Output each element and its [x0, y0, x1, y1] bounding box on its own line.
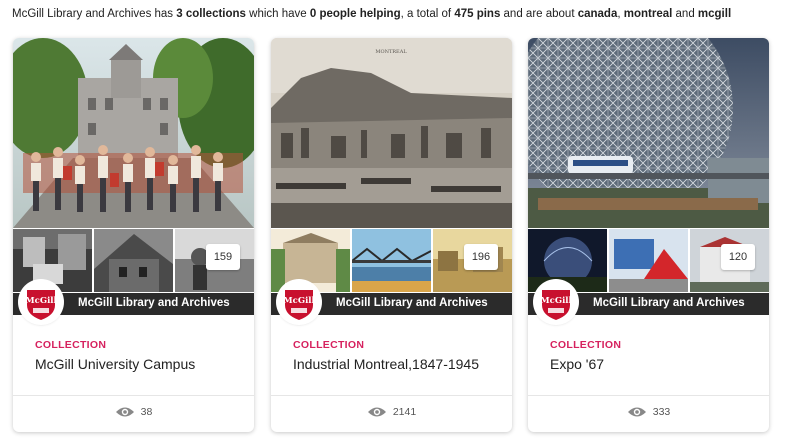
collections-summary: McGill Library and Archives has 3 collec…	[12, 8, 782, 20]
collection-title[interactable]: McGill University Campus	[35, 356, 195, 372]
owner-name[interactable]: McGill Library and Archives	[78, 297, 230, 309]
collection-type-label: COLLECTION	[35, 339, 107, 351]
card-footer: 2141	[271, 395, 512, 432]
summary-text: and	[672, 8, 698, 20]
thumbnail-image[interactable]	[13, 229, 92, 292]
collection-title[interactable]: Expo '67	[550, 356, 604, 372]
thumbnail-image[interactable]	[352, 229, 431, 292]
svg-text:MONTREAL: MONTREAL	[375, 49, 407, 55]
summary-text: , a total of	[400, 8, 455, 20]
views-value: 333	[652, 406, 671, 418]
mcgill-logo-avatar[interactable]: McGill	[278, 281, 320, 323]
owner-name[interactable]: McGill Library and Archives	[336, 297, 488, 309]
tag-link[interactable]: canada	[578, 8, 618, 20]
summary-text: McGill Library and Archives has	[12, 8, 177, 20]
collection-card[interactable]: 120 McGill Library and Archives McGill C…	[528, 38, 769, 432]
thumbnail-image[interactable]	[271, 229, 350, 292]
thumbnail-image[interactable]	[94, 229, 173, 292]
collection-title[interactable]: Industrial Montreal,1847-1945	[293, 356, 479, 372]
owner-name[interactable]: McGill Library and Archives	[593, 297, 745, 309]
card-footer: 38	[13, 395, 254, 432]
logo-lettering: McGill	[25, 296, 57, 306]
people-count: 0 people helping	[309, 8, 401, 20]
pin-count-badge: 196	[464, 244, 498, 270]
eye-icon	[115, 407, 134, 417]
card-footer: 333	[528, 395, 769, 432]
hero-image[interactable]	[528, 38, 769, 228]
collection-card[interactable]: MONTREAL 196 McGill Library and Archives…	[271, 38, 512, 432]
tag-link[interactable]: mcgill	[698, 8, 731, 20]
thumbnail-image[interactable]	[609, 229, 688, 292]
collection-type-label: COLLECTION	[550, 339, 622, 351]
hero-image[interactable]: MONTREAL	[271, 38, 512, 228]
collection-type-label: COLLECTION	[293, 339, 365, 351]
pins-count: 475 pins	[454, 8, 501, 20]
hero-image[interactable]	[13, 38, 254, 228]
summary-text: which have	[245, 8, 310, 20]
mcgill-logo-avatar[interactable]: McGill	[535, 281, 577, 323]
views-count: 2141	[271, 406, 512, 418]
views-value: 2141	[392, 406, 417, 418]
logo-lettering: McGill	[283, 296, 315, 306]
views-value: 38	[140, 406, 153, 418]
collection-card[interactable]: 159 McGill Library and Archives McGill C…	[13, 38, 254, 432]
pin-count-badge: 120	[721, 244, 755, 270]
pin-count-badge: 159	[206, 244, 240, 270]
views-count: 38	[13, 406, 254, 418]
eye-icon	[627, 407, 646, 417]
thumbnail-image[interactable]	[528, 229, 607, 292]
collections-count: 3 collections	[176, 8, 246, 20]
mcgill-logo-avatar[interactable]: McGill	[20, 281, 62, 323]
views-count: 333	[528, 406, 769, 418]
summary-text: and are about	[500, 8, 578, 20]
logo-lettering: McGill	[540, 296, 572, 306]
eye-icon	[367, 407, 386, 417]
tag-link[interactable]: montreal	[624, 8, 673, 20]
